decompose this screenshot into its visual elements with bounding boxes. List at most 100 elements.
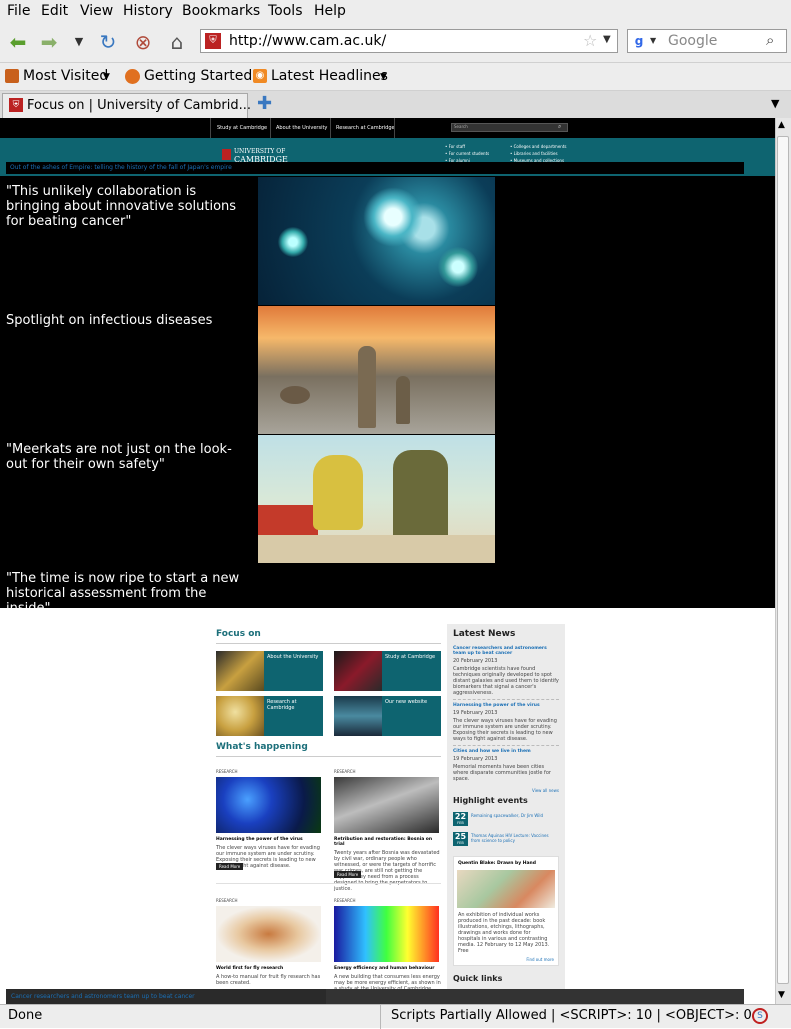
tab-strip: ⛨ Focus on | University of Cambrid... ✚ …: [0, 91, 791, 119]
news-item[interactable]: Harnessing the power of the virus 19 Feb…: [453, 703, 559, 742]
read-more-button[interactable]: Read More: [216, 863, 244, 870]
vertical-scrollbar[interactable]: ▲ ▼: [775, 118, 791, 1004]
tab-list-icon[interactable]: ▼: [771, 97, 779, 110]
home-icon[interactable]: ⌂: [164, 29, 190, 55]
tab-title: Focus on | University of Cambrid...: [27, 98, 252, 113]
story-image-virus: [216, 777, 321, 833]
tab-focus-on[interactable]: ⛨ Focus on | University of Cambrid...: [2, 93, 252, 118]
menu-file[interactable]: File: [7, 3, 30, 19]
topnav-study[interactable]: Study at Cambridge: [217, 125, 267, 131]
new-tab-icon[interactable]: ✚: [257, 93, 272, 114]
find-out-more-link[interactable]: Find out more: [454, 957, 554, 962]
whats-happening-heading: What's happening: [216, 742, 308, 752]
tab-favicon: ⛨: [9, 98, 23, 112]
menu-edit[interactable]: Edit: [41, 3, 68, 19]
menu-help[interactable]: Help: [314, 3, 346, 19]
menu-view[interactable]: View: [80, 3, 113, 19]
chevron-down-icon[interactable]: ▼: [380, 72, 387, 82]
site-search-input[interactable]: Search ⌕: [451, 123, 568, 132]
story-image-bosnia: [334, 777, 439, 833]
latest-news-heading: Latest News: [453, 629, 516, 639]
cambridge-crest-icon: [222, 149, 231, 160]
search-icon[interactable]: ⌕: [766, 31, 774, 49]
slide-image-cartoon[interactable]: [258, 435, 495, 563]
exhibition-box[interactable]: Quentin Blake: Drawn by Hand An exhibiti…: [453, 856, 559, 966]
stop-icon[interactable]: ⊗: [130, 29, 156, 55]
noscript-status[interactable]: Scripts Partially Allowed | <SCRIPT>: 10…: [391, 1008, 752, 1023]
bookmark-star-icon[interactable]: ☆: [583, 31, 597, 50]
feature-slider: Out of the ashes of Empire: telling the …: [0, 162, 775, 616]
forward-icon[interactable]: ➡: [36, 29, 62, 55]
menu-bar: File Edit View History Bookmarks Tools H…: [0, 0, 791, 22]
exhibition-image: [457, 870, 555, 908]
back-icon[interactable]: ⬅: [5, 29, 31, 55]
bottom-ticker-text[interactable]: Cancer researchers and astronomers team …: [11, 993, 195, 1000]
highlight-events-heading: Highlight events: [453, 796, 528, 805]
scroll-down-icon[interactable]: ▼: [778, 990, 785, 1000]
logo-line-1: UNIVERSITY OF: [234, 148, 286, 155]
scroll-up-icon[interactable]: ▲: [778, 120, 785, 130]
story-title: World first for fly research: [216, 966, 284, 971]
focus-heading: Focus on: [216, 629, 261, 639]
news-list: Cancer researchers and astronomers team …: [453, 646, 559, 793]
focus-tile-research[interactable]: Research at Cambridge: [216, 696, 323, 736]
site-search-icon[interactable]: ⌕: [558, 123, 561, 131]
page-content: Study at Cambridge About the University …: [0, 118, 775, 1004]
slide-quote-4[interactable]: "The time is now ripe to start a new his…: [6, 571, 251, 616]
story-title: Energy efficiency and human behaviour: [334, 966, 435, 971]
reload-icon[interactable]: ↻: [95, 29, 121, 55]
slide-image-virus[interactable]: [258, 177, 495, 305]
status-bar: Done Scripts Partially Allowed | <SCRIPT…: [0, 1004, 791, 1029]
view-all-news-link[interactable]: View all news: [453, 788, 559, 793]
history-dropdown-icon[interactable]: ▼: [66, 29, 92, 55]
menu-tools[interactable]: Tools: [268, 3, 303, 19]
search-bar[interactable]: g ▼ Google ⌕: [627, 29, 787, 53]
url-text[interactable]: http://www.cam.ac.uk/: [229, 33, 386, 49]
story-fly[interactable]: RESEARCH World first for fly research A …: [216, 891, 324, 986]
engine-dropdown-icon[interactable]: ▼: [650, 36, 656, 45]
story-title: Harnessing the power of the virus: [216, 837, 303, 842]
topnav-research[interactable]: Research at Cambridge: [336, 125, 395, 131]
focus-tile-about[interactable]: About the University: [216, 651, 323, 691]
menu-bookmarks[interactable]: Bookmarks: [182, 3, 260, 19]
bookmark-getting-started[interactable]: Getting Started: [144, 68, 252, 84]
topnav-about[interactable]: About the University: [276, 125, 327, 131]
slide-quote-2[interactable]: Spotlight on infectious diseases: [6, 313, 251, 328]
noscript-icon[interactable]: S: [752, 1008, 768, 1024]
story-title: Retribution and restoration: Bosnia on t…: [334, 837, 433, 847]
quicklink-staff[interactable]: • For staff: [445, 144, 465, 149]
most-visited-icon: [5, 69, 19, 83]
news-item[interactable]: Cancer researchers and astronomers team …: [453, 646, 559, 696]
slide-quote-3[interactable]: "Meerkats are not just on the look-out f…: [6, 442, 251, 472]
slide-quote-1[interactable]: "This unlikely collaboration is bringing…: [6, 184, 251, 229]
menu-history[interactable]: History: [123, 3, 173, 19]
slider-ticker[interactable]: Out of the ashes of Empire: telling the …: [6, 162, 744, 174]
story-image-energy: [334, 906, 439, 962]
bookmark-most-visited[interactable]: Most Visited: [23, 68, 108, 84]
story-virus[interactable]: RESEARCH Harnessing the power of the vir…: [216, 762, 324, 869]
google-engine-icon[interactable]: g: [631, 33, 647, 49]
site-top-nav: Study at Cambridge About the University …: [0, 118, 775, 138]
read-more-button[interactable]: Read More: [334, 871, 362, 878]
bookmarks-toolbar: Most Visited ▼ Getting Started ◉ Latest …: [0, 63, 791, 91]
chevron-down-icon[interactable]: ▼: [103, 72, 110, 82]
url-bar[interactable]: ⛨ http://www.cam.ac.uk/ ☆ ▼: [200, 29, 618, 53]
bookmark-latest-headlines[interactable]: Latest Headlines: [271, 68, 388, 84]
focus-tile-website[interactable]: Our new website: [334, 696, 441, 736]
scroll-thumb[interactable]: [777, 136, 789, 984]
focus-tile-study[interactable]: Study at Cambridge: [334, 651, 441, 691]
news-item[interactable]: Cities and how we live in them 19 Februa…: [453, 749, 559, 782]
story-image-fly: [216, 906, 321, 962]
quicklink-colleges[interactable]: • Colleges and departments: [510, 144, 566, 149]
slide-image-meerkats[interactable]: [258, 306, 495, 434]
site-favicon: ⛨: [205, 33, 221, 49]
url-dropdown-icon[interactable]: ▼: [603, 34, 611, 45]
story-energy[interactable]: RESEARCH Energy efficiency and human beh…: [334, 891, 442, 1004]
navigation-toolbar: ⬅ ➡ ▼ ↻ ⊗ ⌂ ⛨ http://www.cam.ac.uk/ ☆ ▼ …: [0, 22, 791, 63]
story-body: A how-to manual for fruit fly research h…: [216, 974, 321, 986]
rss-icon: ◉: [253, 69, 267, 83]
status-text: Done: [8, 1008, 43, 1023]
quicklink-libraries[interactable]: • Libraries and facilities: [510, 151, 558, 156]
quicklink-students[interactable]: • For current students: [445, 151, 489, 156]
search-placeholder[interactable]: Google: [668, 33, 717, 49]
